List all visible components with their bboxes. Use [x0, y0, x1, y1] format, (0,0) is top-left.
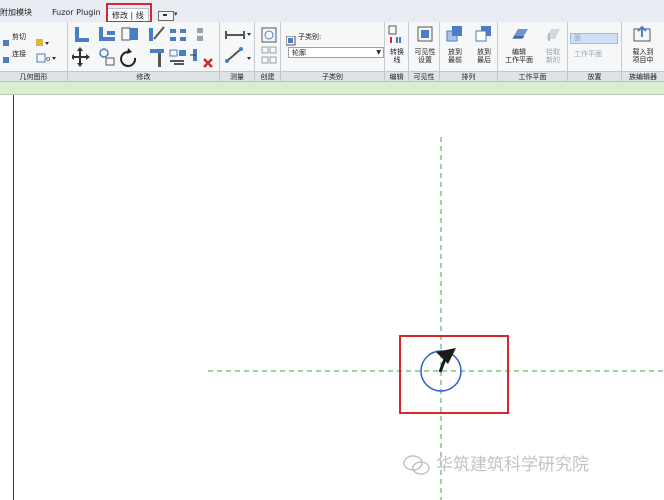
wechat-icon: [403, 455, 430, 475]
watermark-text: 华筑建筑科学研究院: [436, 455, 589, 475]
circle-highlight-box: [399, 335, 509, 414]
watermark: 华筑建筑科学研究院: [402, 452, 589, 478]
canvas-overlay: [208, 137, 664, 500]
